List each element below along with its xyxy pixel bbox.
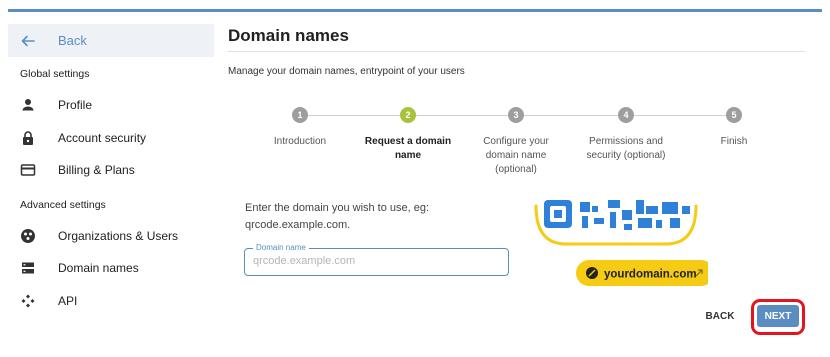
step-connector [416, 115, 508, 116]
sidebar-item-label: API [58, 294, 78, 308]
step-connector [634, 115, 726, 116]
sidebar-item-label: Organizations & Users [58, 229, 179, 243]
sidebar-item-label: Profile [58, 98, 93, 112]
step-4-label: Permissions and security (optional) [586, 136, 666, 161]
sidebar-item-domain-names[interactable]: Domain names [8, 253, 214, 283]
sidebar-item-organizations[interactable]: Organizations & Users [8, 221, 214, 251]
step-4-number: 4 [618, 107, 634, 123]
dns-server-icon [22, 262, 34, 274]
back-button[interactable]: BACK [700, 305, 740, 327]
wizard-stepper: 1 Introduction 2 Request a domain name 3… [228, 106, 822, 186]
settings-sidebar: Back Global settings Profile Account sec… [8, 12, 214, 357]
step-connector [524, 115, 618, 116]
step-3-label: Configure your domain name (optional) [483, 136, 549, 175]
step-2-label: Request a domain name [364, 136, 452, 161]
sidebar-item-label: Domain names [58, 261, 139, 275]
credit-card-icon [20, 164, 36, 176]
step-5-number: 5 [726, 107, 742, 123]
main-panel: Domain names Manage your domain names, e… [228, 12, 822, 357]
page-subtitle: Manage your domain names, entrypoint of … [228, 66, 465, 77]
api-icon [21, 294, 35, 308]
domain-name-field[interactable]: Domain name [244, 243, 509, 276]
lock-icon [23, 131, 33, 145]
organization-icon [21, 229, 35, 243]
page-title: Domain names [228, 26, 349, 45]
domain-instruction: Enter the domain you wish to use, eg: qr… [245, 202, 430, 231]
domain-name-input[interactable] [253, 255, 493, 267]
title-divider [228, 51, 805, 52]
sidebar-item-profile[interactable]: Profile [8, 90, 214, 120]
step-3-number: 3 [508, 107, 524, 123]
step-1-label: Introduction [273, 136, 327, 147]
sidebar-item-account-security[interactable]: Account security [8, 123, 214, 153]
back-link-label: Back [58, 33, 87, 48]
arrow-left-icon [21, 35, 35, 47]
sidebar-item-billing[interactable]: Billing & Plans [8, 155, 214, 185]
sidebar-item-label: Account security [58, 131, 147, 145]
domain-name-field-label: Domain name [253, 243, 309, 252]
step-connector [308, 115, 400, 116]
section-title-advanced: Advanced settings [20, 199, 106, 211]
step-1-number: 1 [292, 107, 308, 123]
qr-domain-illustration: yourdomain.com [534, 200, 708, 286]
step-5-label: Finish [720, 136, 748, 147]
next-button[interactable]: NEXT [757, 305, 799, 327]
qr-badge-domain: yourdomain.com [604, 269, 697, 281]
back-link[interactable]: Back [8, 24, 214, 57]
sidebar-item-label: Billing & Plans [58, 163, 135, 177]
section-title-global: Global settings [20, 68, 90, 80]
person-icon [22, 99, 34, 111]
step-2-number: 2 [400, 107, 416, 123]
sidebar-item-api[interactable]: API [8, 286, 214, 316]
